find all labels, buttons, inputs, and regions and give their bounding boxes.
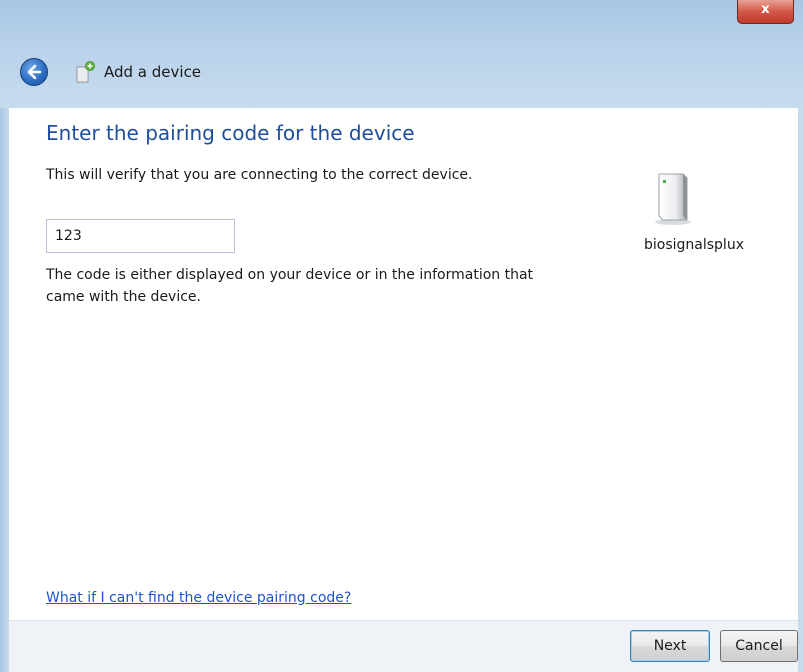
title-bar bbox=[0, 0, 803, 108]
add-device-icon bbox=[76, 61, 95, 83]
device-tower-icon bbox=[655, 173, 691, 225]
page-heading: Enter the pairing code for the device bbox=[46, 121, 415, 145]
back-button[interactable] bbox=[20, 58, 48, 86]
window-title: Add a device bbox=[104, 63, 202, 81]
code-help-text: The code is either displayed on your dev… bbox=[46, 267, 534, 305]
back-arrow-icon bbox=[27, 64, 42, 80]
pairing-code-help-link[interactable]: What if I can't find the device pairing … bbox=[46, 590, 351, 606]
device-name: biosignalsplux bbox=[644, 237, 744, 253]
close-icon: x bbox=[761, 2, 770, 17]
pairing-code-input[interactable] bbox=[46, 219, 235, 253]
cancel-button[interactable]: Cancel bbox=[720, 630, 798, 662]
next-button[interactable]: Next bbox=[630, 630, 710, 662]
page-description: This will verify that you are connecting… bbox=[46, 167, 473, 183]
window-frame-right bbox=[798, 108, 803, 672]
close-button[interactable]: x bbox=[737, 0, 794, 24]
window-frame-left bbox=[0, 108, 9, 672]
add-device-window: x Add a device Enter the pairing code fo… bbox=[0, 0, 803, 672]
